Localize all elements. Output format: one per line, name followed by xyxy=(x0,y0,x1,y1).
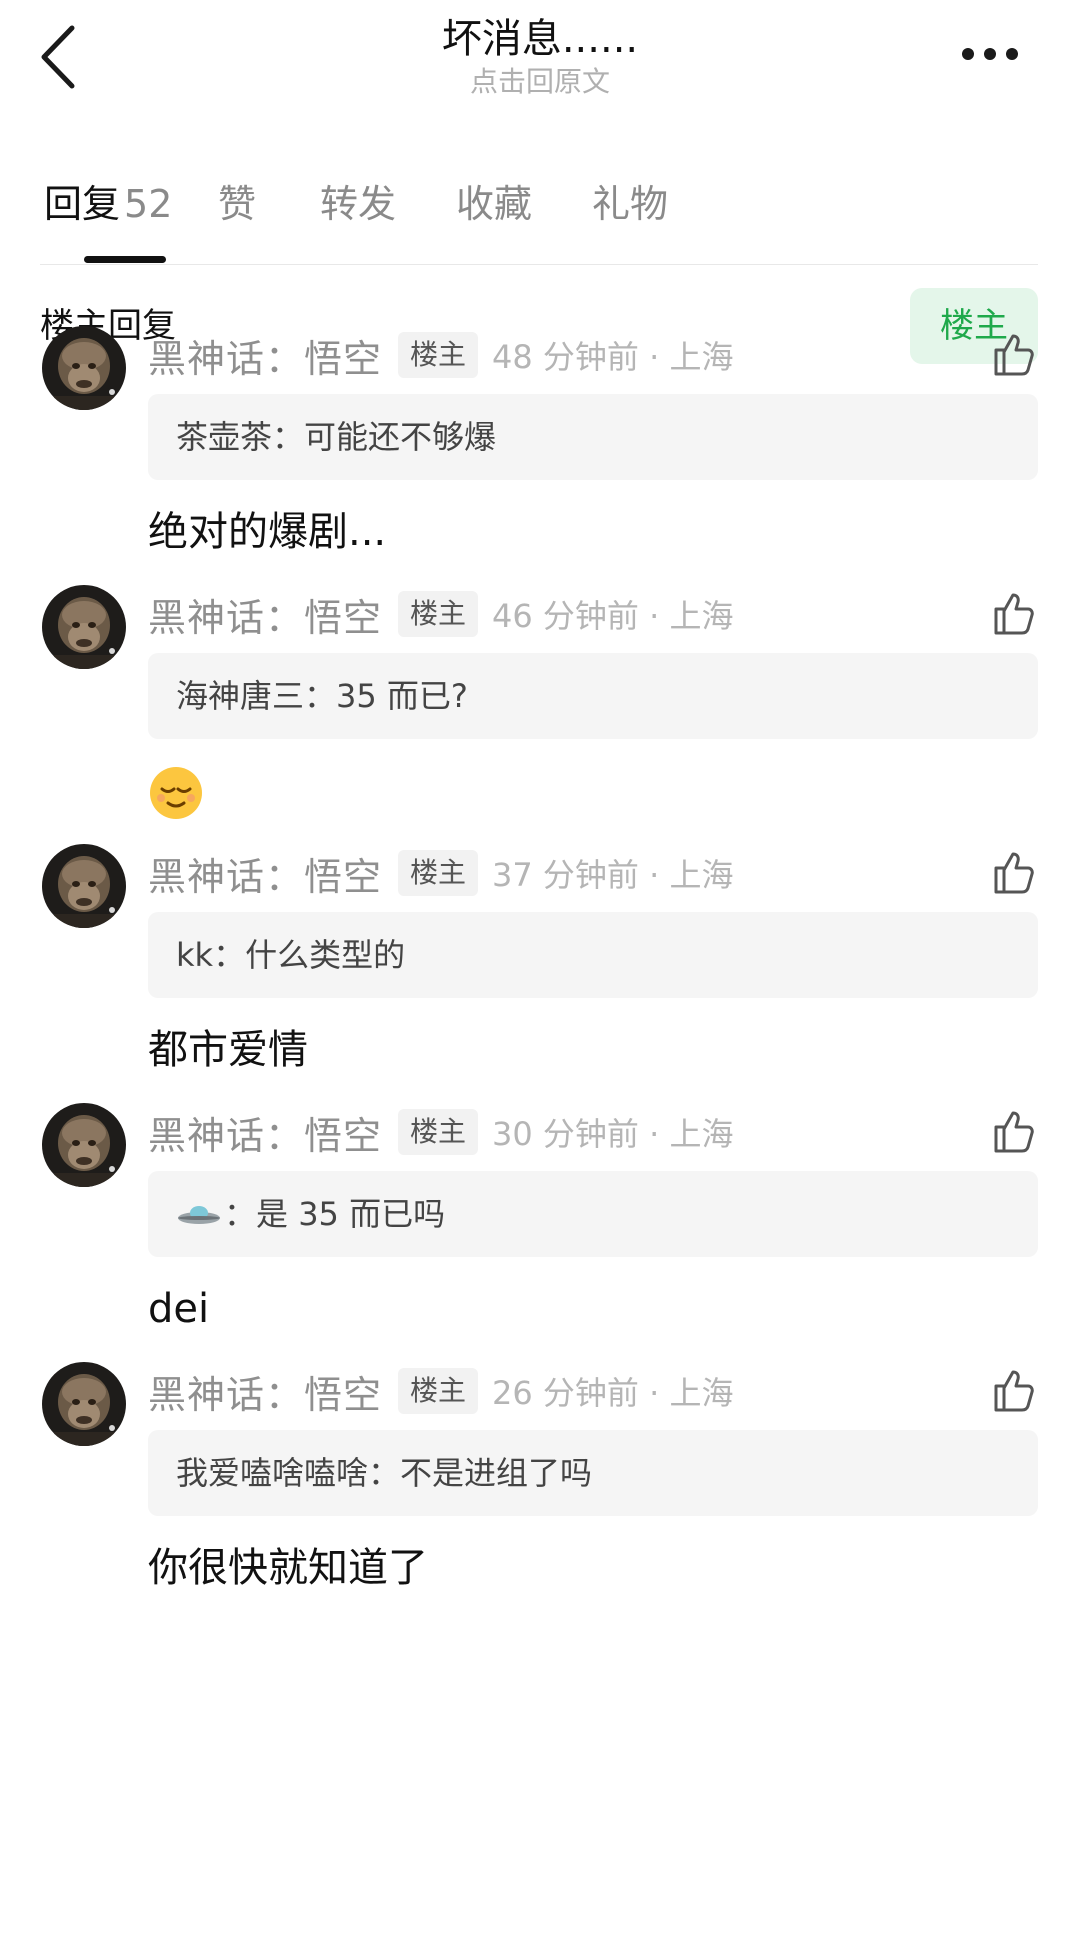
comment-meta: 黑神话：悟空 楼主 48 分钟前 · 上海 xyxy=(148,328,733,382)
avatar-image xyxy=(42,1362,126,1446)
quoted-comment[interactable]: 海神唐三：35 而已? xyxy=(148,653,1038,739)
avatar-image xyxy=(42,1103,126,1187)
tab-bar: 回复 52 赞 转发 收藏 礼物 xyxy=(40,172,1040,266)
like-button[interactable] xyxy=(990,848,1038,896)
quoted-text: 可能还不够爆 xyxy=(304,418,497,456)
like-button[interactable] xyxy=(990,1107,1038,1155)
quoted-text: 35 而已? xyxy=(336,677,468,715)
reply-text: 都市爱情 xyxy=(148,1027,308,1073)
tab-likes[interactable]: 赞 xyxy=(218,172,256,236)
quoted-comment[interactable]: 茶壶茶：可能还不够爆 xyxy=(148,394,1038,480)
relieved-face-emoji-icon xyxy=(148,765,204,821)
timestamp-location: 46 分钟前 · 上海 xyxy=(492,597,734,635)
comment-meta: 黑神话：悟空 楼主 26 分钟前 · 上海 xyxy=(148,1364,733,1418)
owner-badge: 楼主 xyxy=(398,591,479,637)
back-to-original-link[interactable]: 点击回原文 xyxy=(290,64,790,100)
quoted-user: 我爱嗑啥嗑啥 xyxy=(176,1454,369,1492)
tab-replies[interactable]: 回复 52 xyxy=(44,172,172,236)
avatar[interactable] xyxy=(42,1103,126,1187)
timestamp-location: 30 分钟前 · 上海 xyxy=(492,1115,734,1153)
tab-favorites[interactable]: 收藏 xyxy=(456,172,532,236)
comment-meta: 黑神话：悟空 楼主 46 分钟前 · 上海 xyxy=(148,587,733,641)
owner-badge: 楼主 xyxy=(398,1368,479,1414)
username[interactable]: 黑神话：悟空 xyxy=(148,587,382,642)
thumbs-up-icon xyxy=(994,593,1034,635)
title-block[interactable]: 坏消息...... 点击回原文 xyxy=(290,14,790,100)
reply-text: 你很快就知道了 xyxy=(148,1545,428,1591)
owner-badge: 楼主 xyxy=(398,332,479,378)
like-button[interactable] xyxy=(990,330,1038,378)
avatar-image xyxy=(42,844,126,928)
ufo-icon xyxy=(176,1173,222,1259)
tab-gifts[interactable]: 礼物 xyxy=(592,172,668,236)
page-title: 坏消息...... xyxy=(441,16,639,62)
thumbs-up-icon xyxy=(994,1370,1034,1412)
reply-count: 52 xyxy=(124,182,173,226)
timestamp-location: 37 分钟前 · 上海 xyxy=(492,856,734,894)
back-button[interactable] xyxy=(36,22,86,92)
like-button[interactable] xyxy=(990,1366,1038,1414)
quoted-comment[interactable]: kk：什么类型的 xyxy=(148,912,1038,998)
avatar[interactable] xyxy=(42,1362,126,1446)
reply-text: 绝对的爆剧... xyxy=(148,509,387,555)
quoted-user: 海神唐三 xyxy=(176,677,305,715)
username[interactable]: 黑神话：悟空 xyxy=(148,1105,382,1160)
tab-reposts[interactable]: 转发 xyxy=(320,172,396,236)
more-dot-icon xyxy=(962,48,974,60)
quoted-comment[interactable]: ：是 35 而已吗 xyxy=(148,1171,1038,1257)
timestamp-location: 48 分钟前 · 上海 xyxy=(492,338,734,376)
active-tab-indicator xyxy=(84,256,166,263)
reply-text: dei xyxy=(148,1286,210,1332)
timestamp-location: 26 分钟前 · 上海 xyxy=(492,1374,734,1412)
like-button[interactable] xyxy=(990,589,1038,637)
owner-badge: 楼主 xyxy=(398,850,479,896)
avatar[interactable] xyxy=(42,326,126,410)
avatar-image xyxy=(42,585,126,669)
thumbs-up-icon xyxy=(994,1111,1034,1153)
more-options-button[interactable] xyxy=(952,40,1028,68)
avatar[interactable] xyxy=(42,585,126,669)
owner-badge: 楼主 xyxy=(398,1109,479,1155)
comment-meta: 黑神话：悟空 楼主 30 分钟前 · 上海 xyxy=(148,1105,733,1159)
username[interactable]: 黑神话：悟空 xyxy=(148,1364,382,1419)
thumbs-up-icon xyxy=(994,852,1034,894)
username[interactable]: 黑神话：悟空 xyxy=(148,328,382,383)
tab-label: 回复 xyxy=(44,182,121,226)
quoted-user: kk xyxy=(176,936,214,974)
top-bar: 坏消息...... 点击回原文 xyxy=(0,0,1080,120)
quoted-comment[interactable]: 我爱嗑啥嗑啥：不是进组了吗 xyxy=(148,1430,1038,1516)
thumbs-up-icon xyxy=(994,334,1034,376)
more-dot-icon xyxy=(1006,48,1018,60)
comment-meta: 黑神话：悟空 楼主 37 分钟前 · 上海 xyxy=(148,846,733,900)
chevron-left-icon xyxy=(41,25,75,89)
quoted-text: 是 35 而已吗 xyxy=(256,1195,446,1233)
avatar[interactable] xyxy=(42,844,126,928)
quoted-user: 茶壶茶 xyxy=(176,418,273,456)
more-dot-icon xyxy=(984,48,996,60)
tab-divider xyxy=(40,264,1038,265)
avatar-image xyxy=(42,326,126,410)
quoted-text: 不是进组了吗 xyxy=(400,1454,593,1492)
username[interactable]: 黑神话：悟空 xyxy=(148,846,382,901)
quoted-text: 什么类型的 xyxy=(245,936,406,974)
